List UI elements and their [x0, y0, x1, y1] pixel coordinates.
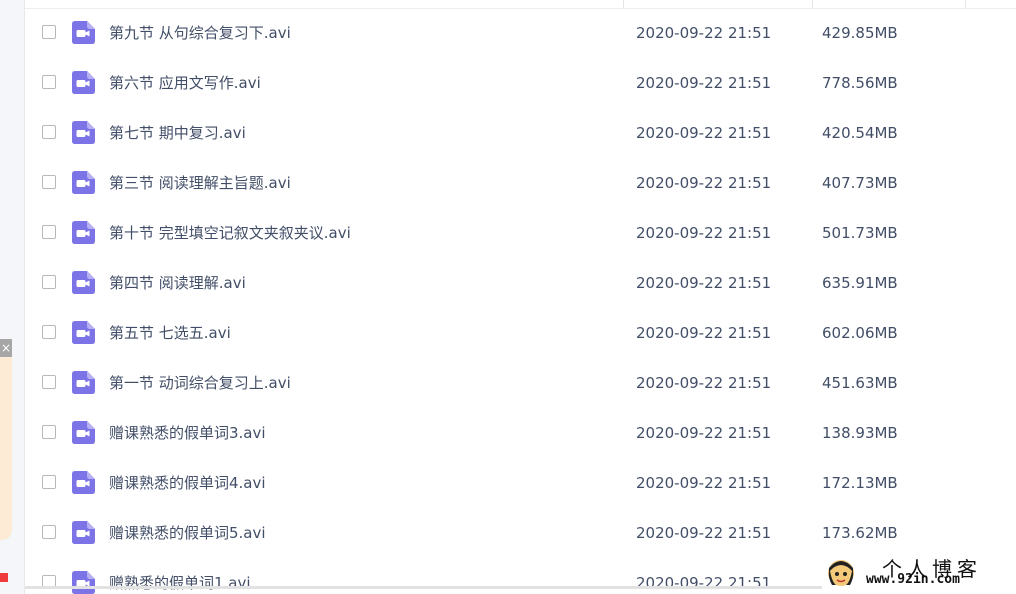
- file-name[interactable]: 第七节 期中复习.avi: [109, 124, 246, 142]
- file-modified-date: 2020-09-22 21:51: [636, 24, 772, 42]
- file-size: 602.06MB: [822, 324, 898, 342]
- file-modified-date: 2020-09-22 21:51: [636, 224, 772, 242]
- file-size: 420.54MB: [822, 124, 898, 142]
- file-checkbox[interactable]: [42, 275, 56, 289]
- promo-banner[interactable]: [0, 348, 12, 540]
- file-size: 501.73MB: [822, 224, 898, 242]
- file-checkbox[interactable]: [42, 175, 56, 189]
- video-file-icon: [72, 371, 95, 394]
- file-name[interactable]: 赠课熟悉的假单词3.avi: [109, 424, 266, 442]
- file-name[interactable]: 第五节 七选五.avi: [109, 324, 231, 342]
- file-size: 778.56MB: [822, 74, 898, 92]
- file-browser: × 第九节 从句综合复习下.avi 2020-09-22 21:51 429.85M…: [0, 0, 1016, 594]
- file-row[interactable]: 第一节 动词综合复习上.avi 2020-09-22 21:51 451.63MB: [25, 358, 1016, 408]
- file-name[interactable]: 第六节 应用文写作.avi: [109, 74, 261, 92]
- file-modified-date: 2020-09-22 21:51: [636, 424, 772, 442]
- column-divider[interactable]: [623, 0, 624, 8]
- file-row[interactable]: 赠课熟悉的假单词3.avi 2020-09-22 21:51 138.93MB: [25, 408, 1016, 458]
- file-size: 429.85MB: [822, 24, 898, 42]
- file-modified-date: 2020-09-22 21:51: [636, 274, 772, 292]
- video-file-icon: [72, 421, 95, 444]
- file-checkbox[interactable]: [42, 375, 56, 389]
- file-size: 173.62MB: [822, 524, 898, 542]
- file-row[interactable]: 第七节 期中复习.avi 2020-09-22 21:51 420.54MB: [25, 108, 1016, 158]
- file-checkbox[interactable]: [42, 475, 56, 489]
- video-file-icon: [72, 271, 95, 294]
- file-row[interactable]: 第十节 完型填空记叙文夹叙夹议.avi 2020-09-22 21:51 501.7…: [25, 208, 1016, 258]
- file-modified-date: 2020-09-22 21:51: [636, 124, 772, 142]
- file-modified-date: 2020-09-22 21:51: [636, 174, 772, 192]
- file-checkbox[interactable]: [42, 525, 56, 539]
- file-name[interactable]: 第一节 动词综合复习上.avi: [109, 374, 291, 392]
- watermark-url: www.92in.com: [866, 572, 960, 587]
- video-file-icon: [72, 221, 95, 244]
- watermark: 个人博客 www.92in.com: [822, 554, 1016, 594]
- file-checkbox[interactable]: [42, 125, 56, 139]
- promo-close-button[interactable]: ×: [0, 339, 12, 357]
- video-file-icon: [72, 171, 95, 194]
- file-modified-date: 2020-09-22 21:51: [636, 524, 772, 542]
- file-row[interactable]: 第四节 阅读理解.avi 2020-09-22 21:51 635.91MB: [25, 258, 1016, 308]
- horizontal-scrollbar[interactable]: [25, 586, 825, 589]
- file-modified-date: 2020-09-22 21:51: [636, 74, 772, 92]
- file-name[interactable]: 第三节 阅读理解主旨题.avi: [109, 174, 291, 192]
- file-size: 635.91MB: [822, 274, 898, 292]
- video-file-icon: [72, 71, 95, 94]
- video-file-icon: [72, 571, 95, 594]
- file-row[interactable]: 赠课熟悉的假单词5.avi 2020-09-22 21:51 173.62MB: [25, 508, 1016, 558]
- file-modified-date: 2020-09-22 21:51: [636, 374, 772, 392]
- file-row[interactable]: 第六节 应用文写作.avi 2020-09-22 21:51 778.56MB: [25, 58, 1016, 108]
- watermark-logo: [828, 560, 854, 586]
- file-checkbox[interactable]: [42, 75, 56, 89]
- file-list: 第九节 从句综合复习下.avi 2020-09-22 21:51 429.85MB 第…: [25, 8, 1016, 594]
- file-row[interactable]: 第五节 七选五.avi 2020-09-22 21:51 602.06MB: [25, 308, 1016, 358]
- file-modified-date: 2020-09-22 21:51: [636, 574, 772, 592]
- file-size: 407.73MB: [822, 174, 898, 192]
- file-name[interactable]: 第十节 完型填空记叙文夹叙夹议.avi: [109, 224, 351, 242]
- column-divider[interactable]: [965, 0, 966, 8]
- file-row[interactable]: 赠课熟悉的假单词4.avi 2020-09-22 21:51 172.13MB: [25, 458, 1016, 508]
- notification-mark: [0, 573, 8, 582]
- file-row[interactable]: 第九节 从句综合复习下.avi 2020-09-22 21:51 429.85MB: [25, 8, 1016, 58]
- video-file-icon: [72, 471, 95, 494]
- column-divider[interactable]: [812, 0, 813, 8]
- file-name[interactable]: 第四节 阅读理解.avi: [109, 274, 246, 292]
- file-checkbox[interactable]: [42, 225, 56, 239]
- video-file-icon: [72, 321, 95, 344]
- video-file-icon: [72, 121, 95, 144]
- file-size: 172.13MB: [822, 474, 898, 492]
- video-file-icon: [72, 21, 95, 44]
- file-name[interactable]: 赠熟悉的假单词1.avi: [109, 574, 251, 592]
- file-name[interactable]: 第九节 从句综合复习下.avi: [109, 24, 291, 42]
- file-modified-date: 2020-09-22 21:51: [636, 474, 772, 492]
- file-checkbox[interactable]: [42, 325, 56, 339]
- file-checkbox[interactable]: [42, 25, 56, 39]
- file-checkbox[interactable]: [42, 425, 56, 439]
- file-name[interactable]: 赠课熟悉的假单词4.avi: [109, 474, 266, 492]
- file-size: 451.63MB: [822, 374, 898, 392]
- file-name[interactable]: 赠课熟悉的假单词5.avi: [109, 524, 266, 542]
- video-file-icon: [72, 521, 95, 544]
- file-size: 138.93MB: [822, 424, 898, 442]
- file-row[interactable]: 第三节 阅读理解主旨题.avi 2020-09-22 21:51 407.73MB: [25, 158, 1016, 208]
- file-modified-date: 2020-09-22 21:51: [636, 324, 772, 342]
